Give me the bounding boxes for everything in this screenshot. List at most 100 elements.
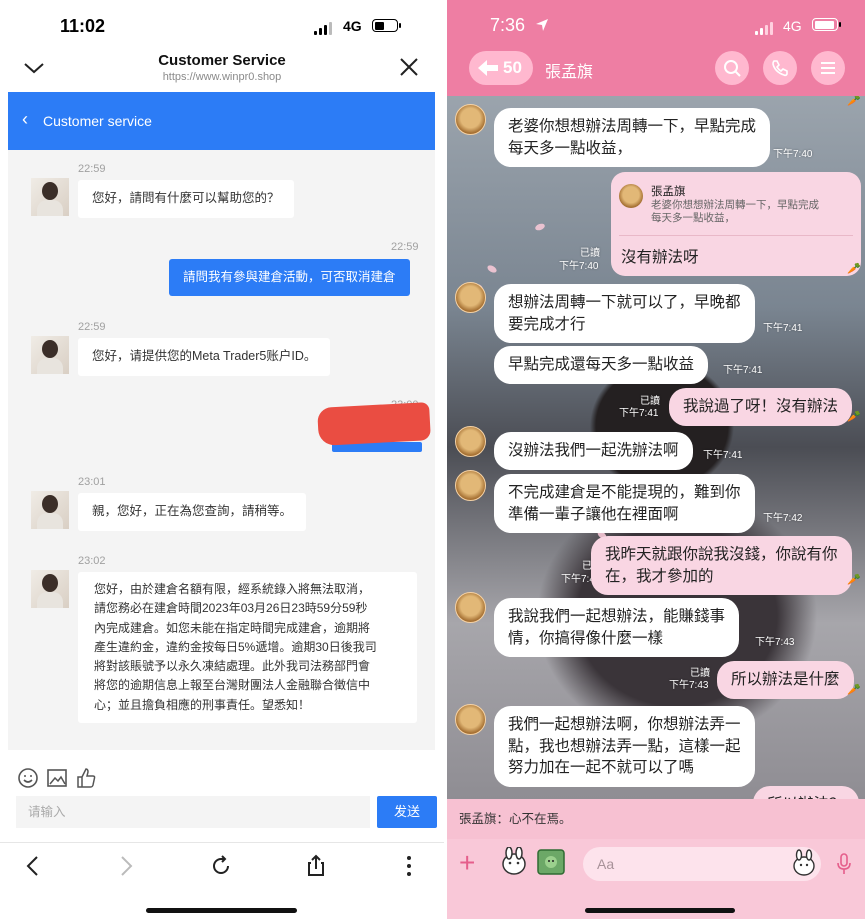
sent-message: 我昨天就跟你說我沒錢，你說有你 在，我才參加的: [591, 536, 852, 595]
battery-icon: [372, 19, 401, 32]
network-label: 4G: [783, 18, 802, 34]
input-toolbar: 发送: [8, 750, 437, 842]
home-indicator: [585, 908, 735, 913]
message-line: 您好，由於建倉名額有限，經系統錄入將無法取消，: [94, 582, 371, 596]
plus-icon[interactable]: +: [459, 849, 475, 877]
quoted-message[interactable]: 張孟旗 老婆你想想辦法周轉一下，早點完成 每天多一點收益，: [619, 180, 853, 236]
signal-icon: [755, 22, 773, 35]
signal-icon: [314, 22, 332, 35]
unread-count: 50: [503, 58, 522, 77]
message-line: 將對該賬號予以永久凍結處理。此外我司法務部門會: [94, 659, 371, 674]
received-message: 我說我們一起想辦法，能賺錢事 情，你搞得像什麼一樣: [494, 598, 740, 657]
carrot-icon: 🥕: [847, 96, 861, 107]
contact-name: 張孟旗: [545, 64, 594, 81]
redaction-mark: [317, 402, 431, 446]
chat-nav: 50 張孟旗: [469, 51, 845, 87]
contact-avatar[interactable]: [455, 470, 486, 501]
battery-icon: [812, 18, 841, 31]
reply-message: 張孟旗 老婆你想想辦法周轉一下，早點完成 每天多一點收益， 沒有辦法呀: [611, 172, 861, 276]
message-time: 下午7:40: [559, 261, 599, 272]
back-chevron-icon[interactable]: ‹: [22, 109, 28, 130]
timestamp: 23:02: [78, 555, 106, 567]
timestamp: 22:59: [78, 163, 106, 175]
contact-avatar[interactable]: [455, 426, 486, 457]
message-time: 下午7:41: [619, 408, 659, 419]
agent-message: 您好，请提供您的Meta Trader5账户ID。: [78, 338, 331, 376]
status-message-banner[interactable]: 張孟旗：心不在焉。: [447, 799, 865, 839]
sent-message: 所以辦法？: [753, 786, 859, 799]
carrot-icon: 🥕: [847, 411, 861, 423]
agent-avatar: [31, 178, 69, 216]
user-message: 請問我有參與建倉活動，可否取消建倉: [169, 259, 410, 296]
received-message: 早點完成還每天多一點收益: [494, 346, 709, 384]
agent-long-message: 您好，由於建倉名額有限，經系統錄入將無法取消， 請您務必在建倉時間2023年03…: [78, 572, 417, 724]
close-icon[interactable]: [398, 56, 420, 78]
chat-header: 7:36 4G 50 張孟旗: [447, 0, 865, 96]
contact-avatar[interactable]: [455, 592, 486, 623]
back-arrow-icon: [478, 60, 498, 76]
chat-title: Customer service: [43, 113, 152, 129]
search-icon: [724, 60, 741, 77]
message-input-bar: +: [447, 839, 865, 919]
message-input[interactable]: [583, 847, 821, 881]
petal-decoration: [486, 263, 498, 275]
quoted-text: 老婆你想想辦法周轉一下，早點完成 每天多一點收益，: [651, 199, 819, 224]
microphone-icon[interactable]: [835, 853, 853, 875]
emoji-sticker-icon[interactable]: [791, 849, 817, 877]
received-message: 我們一起想辦法啊，你想辦法弄一 點，我也想辦法弄一點，這樣一起 努力加在一起不就…: [494, 706, 755, 787]
status-time: 7:36: [490, 15, 526, 35]
location-arrow-icon: [536, 19, 548, 31]
share-icon[interactable]: [303, 853, 329, 879]
back-button[interactable]: 50: [469, 51, 533, 85]
forward-icon[interactable]: [113, 853, 139, 879]
page-header: Customer Service https://www.winpr0.shop: [0, 46, 444, 92]
menu-icon: [821, 62, 835, 74]
page-title: Customer Service: [158, 52, 286, 69]
phone-icon: [772, 60, 788, 77]
chat-title-bar: ‹ Customer service: [8, 92, 435, 150]
contact-avatar[interactable]: [455, 104, 486, 135]
message-time: 下午7:40: [773, 149, 813, 160]
status-time: 11:02: [60, 16, 106, 36]
home-indicator: [146, 908, 297, 913]
received-message: 不完成建倉是不能提現的，難到你 準備一輩子讓他在裡面啊: [494, 474, 755, 533]
sent-message-text: 沒有辦法呀: [621, 249, 699, 266]
send-button[interactable]: 发送: [377, 796, 437, 828]
network-label: 4G: [343, 18, 362, 34]
search-button[interactable]: [715, 51, 749, 85]
reload-icon[interactable]: [208, 853, 234, 879]
image-icon[interactable]: [45, 766, 69, 790]
contact-avatar[interactable]: [455, 282, 486, 313]
back-icon[interactable]: [20, 853, 46, 879]
call-button[interactable]: [763, 51, 797, 85]
agent-avatar: [31, 491, 69, 529]
petal-decoration: [534, 222, 546, 232]
sent-message: 所以辦法是什麼: [717, 661, 854, 699]
message-time: 下午7:43: [669, 680, 709, 691]
emoji-icon[interactable]: [16, 766, 40, 790]
message-line: 心；並且擔負相應的刑事責任。望悉知！: [94, 697, 311, 712]
chat-area[interactable]: 老婆你想想辦法周轉一下，早點完成 每天多一點收益， 下午7:40 張孟旗 老婆你…: [447, 96, 865, 799]
timestamp: 22:59: [391, 241, 419, 253]
timestamp: 23:01: [78, 476, 106, 488]
quoted-avatar: [619, 184, 643, 208]
menu-button[interactable]: [811, 51, 845, 85]
sent-message: 我說過了呀！沒有辦法: [669, 388, 853, 426]
message-line: 將您的逾期信息上報至台灣財團法人金融聯合徵信中: [94, 678, 371, 693]
image-icon[interactable]: [537, 849, 565, 875]
more-icon[interactable]: [396, 853, 422, 879]
carrot-icon: 🥕: [847, 574, 861, 586]
read-receipt: 已讀: [690, 668, 710, 679]
carrot-icon: 🥕: [847, 263, 861, 275]
line-chat-screen: 7:36 4G 50 張孟旗 老婆你想想辦法周轉一下，早點完成 每天多一點收益，…: [447, 0, 865, 919]
received-message: 想辦法周轉一下就可以了，早晚都 要完成才行: [494, 284, 755, 343]
contact-avatar[interactable]: [455, 704, 486, 735]
message-input[interactable]: [16, 796, 370, 828]
message-time: 下午7:41: [703, 450, 743, 461]
agent-avatar: [31, 570, 69, 608]
thumbs-up-icon[interactable]: [74, 766, 98, 790]
sticker-icon[interactable]: [499, 847, 529, 877]
agent-avatar: [31, 336, 69, 374]
message-line: 內完成建倉。如您未能在指定時間完成建倉，逾期將: [94, 620, 371, 635]
message-time: 下午7:41: [763, 323, 803, 334]
